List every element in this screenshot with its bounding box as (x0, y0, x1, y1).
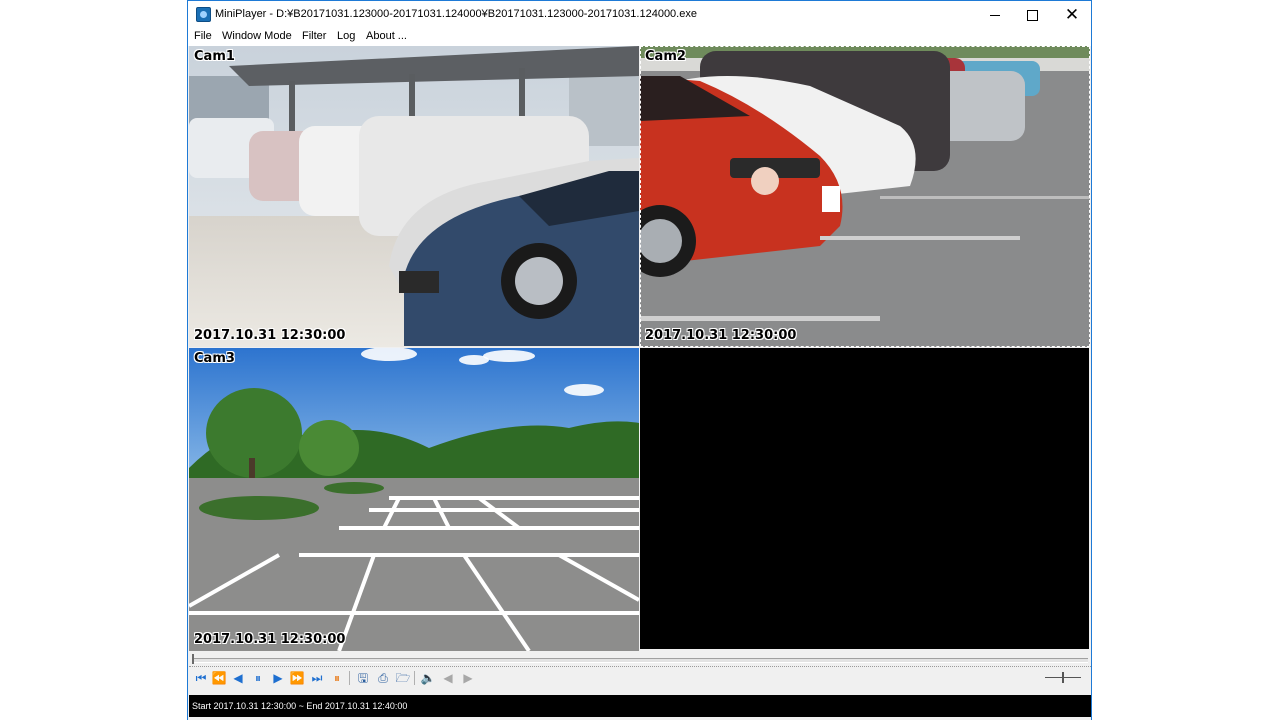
skip-start-icon[interactable]: ⏮ (193, 670, 209, 686)
cam3-timestamp: 2017.10.31 12:30:00 (194, 632, 346, 647)
status-bar: Start 2017.10.31 12:30:00 ~ End 2017.10.… (189, 695, 1091, 717)
cam1-timestamp: 2017.10.31 12:30:00 (194, 328, 346, 343)
fast-forward-icon[interactable]: ⏩ (289, 670, 305, 686)
minimize-icon (990, 14, 1000, 16)
fast-rewind-icon[interactable]: ⏪ (211, 670, 227, 686)
maximize-button[interactable] (1012, 1, 1052, 29)
open-folder-icon[interactable]: 🗁 (395, 670, 411, 686)
menu-about[interactable]: About ... (366, 30, 407, 42)
prev-disabled-icon: ◀ (443, 671, 453, 685)
toolbar-separator (349, 671, 350, 685)
skip-end-icon[interactable]: ⏭ (309, 670, 325, 686)
seek-thumb[interactable] (192, 654, 194, 664)
cam2-timestamp: 2017.10.31 12:30:00 (645, 328, 797, 343)
menu-filter[interactable]: Filter (302, 30, 326, 42)
mini-player-window: MiniPlayer - D:¥B20171031.123000-2017103… (187, 0, 1092, 720)
close-button[interactable]: ✕ (1052, 1, 1092, 29)
step-back-icon[interactable]: ◀ (230, 670, 246, 686)
next-disabled-icon: ▶ (463, 671, 473, 685)
cam1-image (189, 46, 639, 347)
title-bar[interactable]: MiniPlayer - D:¥B20171031.123000-2017103… (188, 1, 1091, 29)
menu-log[interactable]: Log (337, 30, 355, 42)
print-icon[interactable]: ⎙ (375, 670, 391, 686)
seek-bar[interactable] (189, 652, 1091, 666)
save-icon[interactable]: 🖫 (355, 670, 371, 686)
audio-icon[interactable]: 🔈 (420, 670, 436, 686)
pause-icon[interactable]: ⏸ (250, 670, 266, 686)
app-icon (196, 7, 211, 22)
toolbar-separator (414, 671, 415, 685)
cam2-label: Cam2 (645, 49, 686, 64)
playback-toolbar: ⏮ ⏪ ◀ ⏸ ▶ ⏩ ⏭ ⏸ 🖫 ⎙ 🗁 🔈 ◀ ▶ (189, 666, 1091, 689)
menu-bar: File Window Mode Filter Log About ... (188, 29, 1091, 46)
menu-file[interactable]: File (194, 30, 212, 42)
cam2-image (640, 46, 1090, 347)
volume-thumb[interactable] (1062, 672, 1064, 683)
cam3-image (189, 348, 639, 651)
video-grid: Cam1 2017.10.31 12:30:00 Cam2 2017.10.31… (189, 46, 1091, 651)
minimize-button[interactable] (975, 1, 1015, 29)
cam2-view[interactable]: Cam2 2017.10.31 12:30:00 (640, 46, 1090, 347)
status-text: Start 2017.10.31 12:30:00 ~ End 2017.10.… (192, 701, 408, 711)
play-icon[interactable]: ▶ (270, 670, 286, 686)
window-title: MiniPlayer - D:¥B20171031.123000-2017103… (215, 8, 697, 20)
menu-window-mode[interactable]: Window Mode (222, 30, 292, 42)
cam1-view[interactable]: Cam1 2017.10.31 12:30:00 (189, 46, 639, 347)
maximize-icon (1026, 9, 1038, 21)
cam3-label: Cam3 (194, 351, 235, 366)
cam3-view[interactable]: Cam3 2017.10.31 12:30:00 (189, 348, 639, 651)
close-icon: ✕ (1064, 4, 1080, 25)
cam1-label: Cam1 (194, 49, 235, 64)
orange-pause-icon[interactable]: ⏸ (329, 670, 345, 686)
seek-track[interactable] (192, 658, 1088, 663)
cam4-view[interactable] (640, 348, 1089, 649)
